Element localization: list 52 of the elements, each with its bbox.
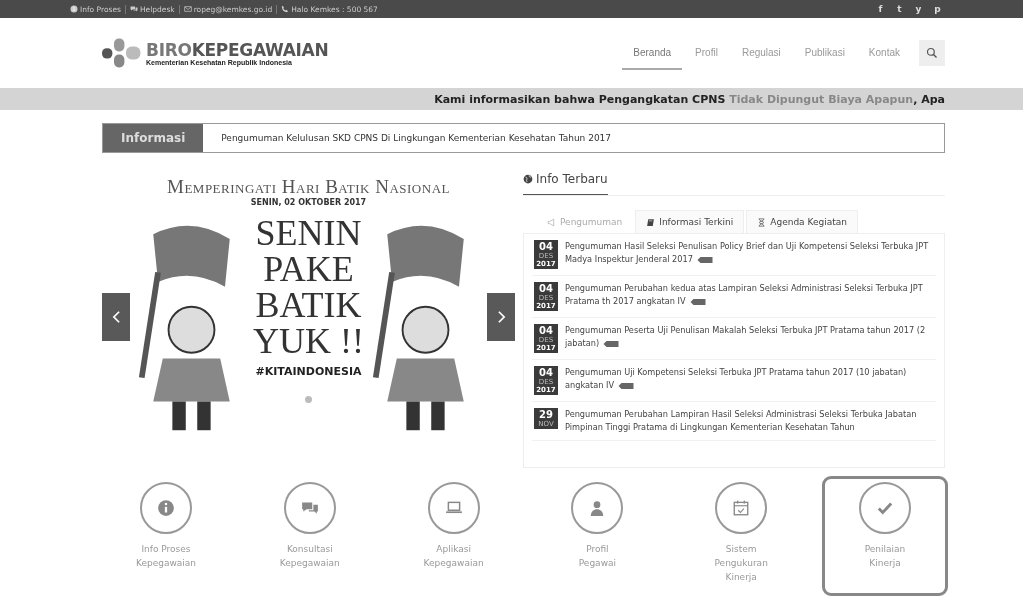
info-icon xyxy=(70,5,78,13)
search-button[interactable] xyxy=(919,40,945,66)
service-tile[interactable]: Konsultasi Kepegawaian xyxy=(246,476,373,596)
next-slide-button[interactable] xyxy=(487,293,515,341)
banner-title: Memperingati Hari Batik Nasional xyxy=(167,176,450,198)
service-tile[interactable]: Profil Pegawai xyxy=(534,476,661,596)
nav-link[interactable]: Regulasi xyxy=(730,36,792,70)
chevron-left-icon xyxy=(111,310,121,324)
banner-date: SENIN, 02 OKTOBER 2017 xyxy=(250,198,367,207)
slogan-line: PAKE xyxy=(263,251,354,287)
service-tile[interactable]: Aplikasi Kepegawaian xyxy=(390,476,517,596)
tab[interactable]: Informasi Terkini xyxy=(635,210,745,233)
nav-link[interactable]: Profil xyxy=(684,36,729,70)
chat-bubbles-icon xyxy=(129,5,138,13)
hourglass-icon xyxy=(757,217,767,227)
slogan-line: YUK !! xyxy=(253,323,364,359)
carousel-dot[interactable] xyxy=(305,396,312,403)
news-link[interactable]: Pengumuman Perubahan Lampiran Hasil Seleksi Administrasi Seleksi Terbuka Jabatan Pimpinan Tinggi Pratama di Lingkungan Kementerian Kesehatan Tahun xyxy=(565,408,936,434)
calendar-icon xyxy=(732,499,751,517)
search-icon xyxy=(926,47,938,59)
announcement-text: Kami informasikan bahwa Pengangkatan CPNS Tidak Dipungut Biaya Apapun, Apa xyxy=(434,92,945,106)
service-tile[interactable]: Sistem Pengukuran Kinerja xyxy=(678,476,805,596)
news-link[interactable]: Pengumuman Hasil Seleksi Penulisan Policy Brief dan Uji Kompetensi Seleksi Terbuka JPT Madya Inspektur Jenderal 2017 xyxy=(565,240,936,269)
nav-link[interactable]: Publikasi xyxy=(793,36,856,70)
service-tile[interactable]: Info Proses Kepegawaian xyxy=(103,476,229,596)
book-icon xyxy=(646,217,656,227)
slogan-line: SENIN xyxy=(255,215,362,251)
news-link[interactable]: Pengumuman Perubahan kedua atas Lampiran Seleksi Administrasi Seleksi Terbuka JPT Pratama th 2017 angkatan IV xyxy=(565,282,936,311)
chevron-right-icon xyxy=(496,310,506,324)
slogan-line: BATIK xyxy=(255,287,362,323)
news-link[interactable]: Pengumuman Uji Kompetensi Seleksi Terbuka JPT Pratama tahun 2017 (10 jabatan) angkatan IV xyxy=(565,366,936,395)
megaphone-icon xyxy=(547,217,556,227)
nav-link[interactable]: Kontak xyxy=(857,36,911,70)
globe-icon xyxy=(523,174,533,184)
nav-link[interactable]: Beranda xyxy=(622,36,683,70)
service-tile[interactable]: Penilaian Kinerja xyxy=(822,476,948,596)
social-link[interactable]: t xyxy=(892,1,907,17)
envelope-icon xyxy=(183,5,192,13)
phone-icon xyxy=(281,5,290,13)
logo-icon xyxy=(102,36,142,70)
logo-title: BIROKEPEGAWAIAN xyxy=(146,40,329,59)
info-label: Informasi xyxy=(103,124,204,152)
news-link[interactable]: Pengumuman Kelulusan SKD CPNS Di Lingkungan Kementerian Kesehatan Tahun 2017 xyxy=(221,133,612,143)
news-link[interactable]: Pengumuman Peserta Uji Penulisan Makalah Seleksi Terbuka JPT Pratama tahun 2017 (2 jabatan) xyxy=(565,324,936,353)
tab[interactable]: Agenda Kegiatan xyxy=(746,210,858,233)
previous-slide-button[interactable] xyxy=(102,293,130,341)
social-link[interactable]: y xyxy=(911,1,926,17)
social-link[interactable]: p xyxy=(930,1,945,17)
social-link[interactable]: f xyxy=(873,1,888,17)
section-heading: Info Terbaru xyxy=(523,168,608,195)
hashtag-text: #KITAINDONESIA xyxy=(255,365,362,378)
info-icon xyxy=(157,499,175,517)
